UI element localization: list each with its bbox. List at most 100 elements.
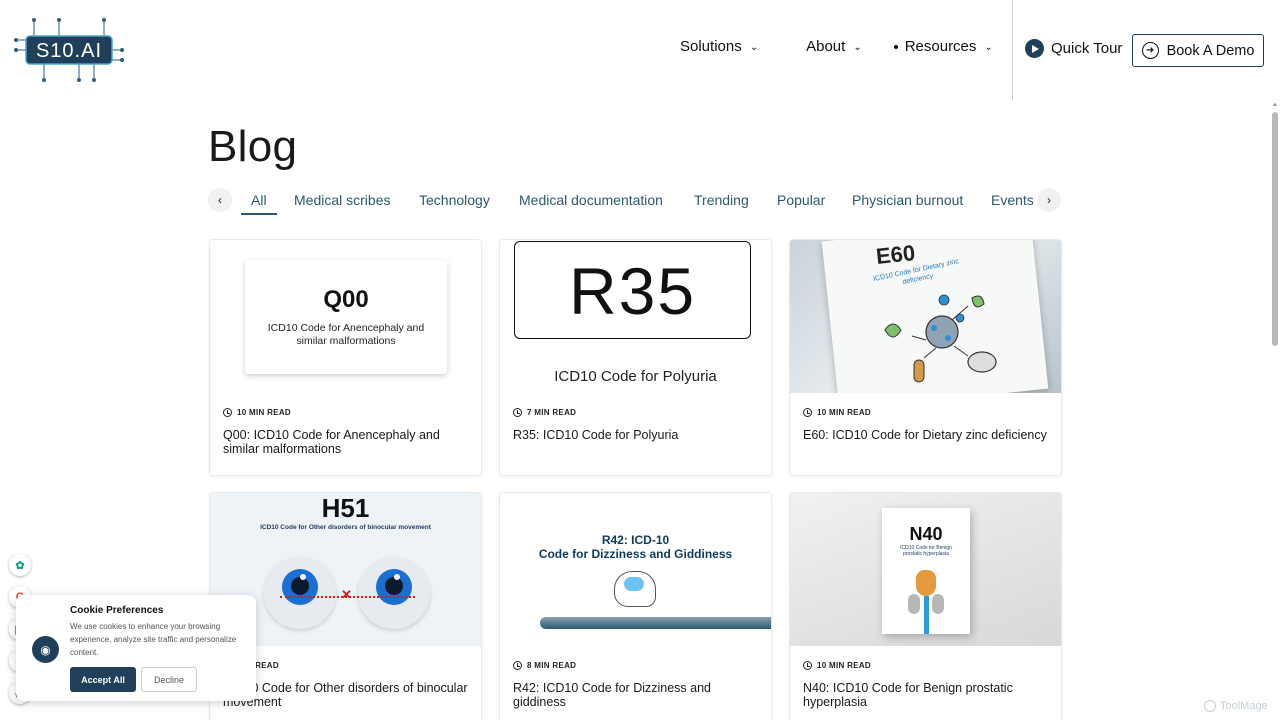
clock-icon — [223, 408, 232, 417]
cookie-banner: ◉ Cookie Preferences We use cookies to e… — [16, 595, 256, 701]
tab-medical-scribes[interactable]: Medical scribes — [294, 192, 390, 208]
blog-card[interactable]: R42: ICD-10 Code for Dizziness and Giddi… — [499, 492, 772, 720]
cross-icon: ✕ — [341, 587, 352, 602]
page-title: Blog — [208, 122, 298, 171]
quick-tour-label: Quick Tour — [1051, 40, 1123, 57]
arrow-right-icon: ➜ — [1141, 42, 1159, 59]
read-time-label: 10 MIN READ — [817, 408, 871, 417]
cookie-icon: ◉ — [32, 636, 59, 663]
accept-all-button[interactable]: Accept All — [70, 667, 136, 692]
logo-text: S10.AI — [36, 40, 102, 62]
image-caption: ICD10 Code for Polyuria — [554, 368, 717, 385]
clock-icon — [513, 408, 522, 417]
tab-all[interactable]: All — [251, 192, 267, 208]
tab-trending[interactable]: Trending — [694, 192, 749, 208]
image-caption-block: R42: ICD-10 Code for Dizziness and Giddi… — [500, 533, 771, 561]
active-dot-icon — [893, 44, 898, 49]
urethra-illustration — [924, 596, 929, 634]
brain-icon — [624, 577, 644, 591]
site-header: S10.AI Solutions ⌄ About ⌄ Resources ⌄ Q… — [0, 0, 1280, 100]
chevron-down-icon: ⌄ — [749, 42, 759, 53]
watermark-icon — [1204, 700, 1216, 712]
image-caption: ICD10 Code for Other disorders of binocu… — [260, 524, 431, 531]
watermark-text: ToolMage — [1220, 700, 1268, 712]
tab-events[interactable]: Events — [991, 192, 1034, 208]
header-divider — [1012, 0, 1013, 100]
active-tab-underline — [241, 213, 277, 215]
lobe-right — [932, 594, 944, 614]
image-code: R35 — [514, 241, 751, 339]
image-code: E60 — [874, 240, 917, 269]
tab-technology[interactable]: Technology — [419, 192, 490, 208]
watermark: ToolMage — [1204, 700, 1268, 712]
read-time-label: 8 MIN READ — [527, 661, 577, 670]
card-title[interactable]: N40: ICD10 Code for Benign prostatic hyp… — [803, 681, 1053, 709]
main-nav: Solutions ⌄ About ⌄ Resources ⌄ — [680, 38, 1033, 55]
image-code: R42: ICD-10 — [601, 533, 670, 547]
image-caption: ICD10 Code for Benign prostatic hyperpla… — [900, 545, 952, 557]
tab-medical-documentation[interactable]: Medical documentation — [519, 192, 663, 208]
read-time-label: 10 MIN READ — [237, 408, 291, 417]
card-title[interactable]: R35: ICD10 Code for Polyuria — [513, 428, 763, 442]
clock-icon — [803, 408, 812, 417]
nav-solutions[interactable]: Solutions ⌄ — [680, 38, 758, 55]
image-caption: ICD10 Code for Anencephaly and similar m… — [267, 322, 425, 347]
chatgpt-icon[interactable]: ✿ — [9, 554, 31, 576]
chevron-down-icon: ⌄ — [853, 42, 862, 53]
right-eye-illustration — [358, 557, 430, 629]
category-tabs: ‹ All Medical scribes Technology Medical… — [208, 186, 1061, 216]
scroll-up-arrow[interactable]: ▲ — [1271, 102, 1279, 108]
blog-card[interactable]: N40 ICD10 Code for Benign prostatic hype… — [789, 492, 1062, 720]
read-time: 7 MIN READ — [513, 408, 576, 417]
prostate-icon — [916, 570, 936, 596]
nav-resources-label: Resources — [904, 38, 977, 55]
card-image: E60 ICD10 Code for Dietary zinc deficien… — [790, 240, 1061, 393]
card-title[interactable]: R42: ICD10 Code for Dizziness and giddin… — [513, 681, 763, 709]
clock-icon — [513, 661, 522, 670]
tab-popular[interactable]: Popular — [777, 192, 825, 208]
tab-physician-burnout[interactable]: Physician burnout — [852, 192, 963, 208]
card-title[interactable]: E60: ICD10 Code for Dietary zinc deficie… — [803, 428, 1053, 442]
stethoscope-illustration — [540, 617, 771, 629]
quick-tour-button[interactable]: Quick Tour — [1025, 39, 1122, 58]
nav-solutions-label: Solutions — [680, 38, 742, 55]
chevron-left-icon[interactable]: ‹ — [208, 188, 232, 212]
image-panel: Q00 ICD10 Code for Anencephaly and simil… — [245, 260, 447, 374]
blog-card[interactable]: R35 ICD10 Code for Polyuria 7 MIN READ R… — [499, 239, 772, 476]
read-time: 10 MIN READ — [223, 408, 291, 417]
book-demo-button[interactable]: ➜ Book A Demo — [1132, 34, 1264, 67]
card-image: N40 ICD10 Code for Benign prostatic hype… — [790, 493, 1061, 646]
card-title[interactable]: Q00: ICD10 Code for Anencephaly and simi… — [223, 428, 473, 456]
image-code: N40 — [909, 524, 943, 544]
chevron-right-icon[interactable]: › — [1037, 188, 1061, 212]
image-code: Q00 — [323, 286, 369, 313]
card-image: R42: ICD-10 Code for Dizziness and Giddi… — [500, 493, 771, 646]
read-time-label: 7 MIN READ — [527, 408, 577, 417]
left-eye-illustration — [264, 557, 336, 629]
nav-resources[interactable]: Resources ⌄ — [893, 38, 993, 55]
read-time: 10 MIN READ — [803, 408, 871, 417]
s10ai-logo[interactable]: S10.AI — [14, 18, 124, 82]
cookie-text: We use cookies to enhance your browsing … — [70, 622, 237, 657]
blog-card[interactable]: Q00 ICD10 Code for Anencephaly and simil… — [209, 239, 482, 476]
blog-card[interactable]: E60 ICD10 Code for Dietary zinc deficien… — [789, 239, 1062, 476]
read-time: 8 MIN READ — [513, 661, 576, 670]
lobe-left — [908, 594, 920, 614]
zinc-diagram-illustration — [884, 294, 997, 383]
cookie-title: Cookie Preferences — [70, 605, 164, 616]
play-icon — [1025, 39, 1044, 58]
image-code: H51 — [321, 493, 370, 523]
nav-about-label: About — [806, 38, 846, 55]
clock-icon — [803, 661, 812, 670]
book-cover: N40 ICD10 Code for Benign prostatic hype… — [882, 508, 970, 634]
chevron-down-icon: ⌄ — [984, 42, 993, 53]
image-caption: Code for Dizziness and Giddiness — [538, 547, 733, 561]
nav-about[interactable]: About ⌄ — [806, 38, 862, 55]
card-image: R35 ICD10 Code for Polyuria — [500, 240, 771, 393]
decline-button[interactable]: Decline — [141, 667, 197, 692]
card-image: Q00 ICD10 Code for Anencephaly and simil… — [210, 240, 481, 393]
book-demo-label: Book A Demo — [1166, 42, 1255, 59]
read-time-label: 10 MIN READ — [817, 661, 871, 670]
card-title[interactable]: ICD10 Code for Other disorders of binocu… — [223, 681, 473, 709]
scrollbar-thumb[interactable] — [1272, 112, 1278, 346]
